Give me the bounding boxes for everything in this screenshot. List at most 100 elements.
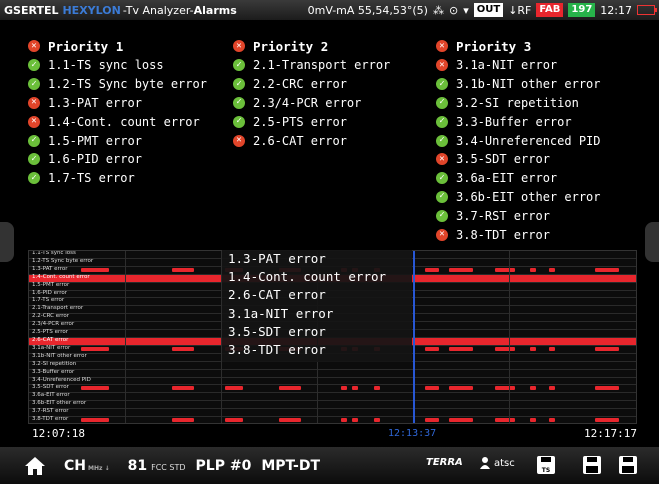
clock: 12:17 (600, 3, 632, 17)
timeline-row: 3.2-SI repetition (29, 360, 636, 370)
error-icon: ✕ (436, 228, 448, 241)
error-icon: ✕ (233, 40, 245, 52)
check-icon: ✓ (28, 153, 40, 166)
alarm-segment (495, 386, 515, 391)
timeline-row: 3.4-Unreferenced PID (29, 376, 636, 386)
timeline-row-label: 3.1a-NIT error (32, 344, 71, 351)
alarm-item: ✓ 2.3/4-PCR error (233, 94, 390, 113)
counter-badge: 197 (568, 3, 596, 17)
alarm-segment (225, 386, 243, 391)
channel-selector[interactable]: 81 FCC STD (128, 458, 186, 474)
active-alarm-item: 3.5-SDT error (228, 323, 326, 339)
alarm-label: 3.8-TDT error (456, 227, 550, 242)
alarm-segment (549, 267, 555, 272)
priority-1-header: ✕ Priority 1 (28, 36, 207, 56)
priority-1-column: ✕ Priority 1 ✓ 1.1-TS sync loss ✓ 1.2-TS Syn… (28, 36, 207, 188)
home-icon[interactable] (24, 456, 46, 476)
alarm-item: ✕ 1.3-PAT error (28, 94, 207, 113)
alarm-segment (449, 267, 473, 272)
alarm-item: ✓ 1.5-PMT error (28, 131, 207, 150)
check-icon: ✓ (436, 78, 448, 91)
fab-badge: FAB (536, 3, 564, 17)
bottom-toolbar: CH MHz ↓ 81 FCC STD PLP #0 MPT-DT TERRA at… (0, 447, 659, 484)
channel-mode-button[interactable]: CH MHz ↓ (64, 458, 110, 474)
check-icon: ✓ (28, 134, 40, 147)
alarm-item: ✓ 3.2-SI repetition (436, 94, 601, 113)
timeline-cursor-time: 12:13:37 (388, 428, 437, 439)
alarm-item: ✓ 3.3-Buffer error (436, 112, 601, 131)
priority-3-header: ✕ Priority 3 (436, 36, 601, 56)
alarm-segment (595, 386, 619, 391)
alarm-segment (449, 386, 473, 391)
brand-name: GSERTEL (4, 3, 59, 17)
active-alarm-item: 2.6-CAT error (228, 287, 326, 303)
active-alarm-item: 1.4-Cont. count error (228, 269, 387, 285)
check-icon: ✓ (233, 96, 245, 109)
grid-line (125, 251, 126, 423)
alarm-label: 1.5-PMT error (48, 133, 142, 148)
time-cursor[interactable] (412, 251, 415, 423)
alarm-segment (81, 267, 109, 272)
check-icon: ✓ (28, 172, 40, 185)
timeline-row-label: 3.8-TDT error (32, 416, 69, 423)
active-alarm-item: 3.1a-NIT error (228, 305, 334, 321)
alarm-item: ✓ 3.7-RST error (436, 206, 601, 225)
active-alarm-item: 3.8-TDT error (228, 341, 326, 357)
alarm-segment (549, 346, 555, 351)
error-icon: ✕ (28, 40, 40, 52)
alarm-label: 1.4-Cont. count error (48, 114, 200, 129)
timeline-row-label: 1.7-TS error (32, 297, 65, 304)
check-icon: ✓ (28, 78, 40, 91)
timeline-row-label: 1.2-TS Sync byte error (32, 257, 94, 264)
alarm-segment (172, 267, 194, 272)
battery-icon (637, 5, 657, 15)
timeline-row-label: 1.3-PAT error (32, 265, 68, 272)
plp-selector[interactable]: PLP #0 (196, 458, 252, 474)
alarm-item: ✓ 3.1b-NIT other error (436, 75, 601, 94)
scroll-right-handle[interactable] (645, 222, 659, 262)
rf-input-label: ↓RF (508, 3, 532, 17)
timeline-row-label: 2.5-PTS error (32, 329, 68, 336)
mode-selector[interactable]: MPT-DT (261, 458, 320, 474)
check-icon: ✓ (436, 96, 448, 109)
alarm-label: 2.6-CAT error (253, 133, 347, 148)
priority-3-column: ✕ Priority 3 ✕ 3.1a-NIT error ✓ 3.1b-NIT oth… (436, 36, 601, 244)
alarm-segment (341, 386, 347, 391)
timeline-row-label: 3.2-SI repetition (32, 360, 77, 367)
active-alarms-popup: 1.3-PAT error 1.4-Cont. count error 2.6-CA… (222, 250, 412, 362)
terrestrial-button[interactable]: TERRA (426, 457, 463, 468)
timeline-row-label: 2.3/4-PCR error (32, 321, 75, 328)
check-icon: ✓ (436, 115, 448, 128)
alarm-label: 3.6a-EIT error (456, 171, 558, 186)
timeline-row-label: 3.7-RST error (32, 408, 69, 415)
alarm-segment (449, 418, 473, 423)
timeline-row-label: 1.5-PMT error (32, 281, 70, 288)
alarm-segment (374, 418, 380, 423)
alarm-item: ✓ 3.6b-EIT other error (436, 188, 601, 207)
ts-label: TS (542, 467, 550, 474)
alarm-segment (279, 418, 301, 423)
save-as-icon[interactable] (618, 455, 638, 475)
error-icon: ✕ (28, 96, 40, 109)
alarm-segment (352, 418, 358, 423)
alarm-label: 3.6b-EIT other error (456, 189, 601, 204)
alarm-item: ✕ 2.6-CAT error (233, 131, 390, 150)
alarm-label: 2.1-Transport error (253, 58, 391, 73)
priority-2-header: ✕ Priority 2 (233, 36, 390, 56)
alarm-segment (595, 346, 619, 351)
alarm-segment (495, 418, 515, 423)
app-title: -Tv Analyzer-Alarms (122, 3, 237, 17)
check-icon: ✓ (436, 190, 448, 203)
status-bar: GSERTEL HEXYLON -Tv Analyzer-Alarms 0mV-… (0, 0, 659, 20)
error-icon: ✕ (436, 40, 448, 52)
save-ts-icon[interactable]: TS (536, 455, 556, 475)
timeline-row-label: 1.1-TS sync loss (32, 250, 76, 256)
status-indicators: 0mV-mA 55,54,53°(5) ⁂ ⊙ ▾ OUT ↓RF FAB 19… (308, 0, 657, 20)
timeline-row-label: 1.4-Cont. count error (32, 273, 90, 280)
standard-selector[interactable]: atsc (480, 457, 515, 469)
timeline-row: 3.5-SDT error (29, 384, 636, 394)
alarm-item: ✓ 1.7-TS error (28, 169, 207, 188)
save-icon[interactable] (582, 455, 602, 475)
timeline-row-label: 3.4-Unreferenced PID (32, 376, 91, 383)
scroll-left-handle[interactable] (0, 222, 14, 262)
